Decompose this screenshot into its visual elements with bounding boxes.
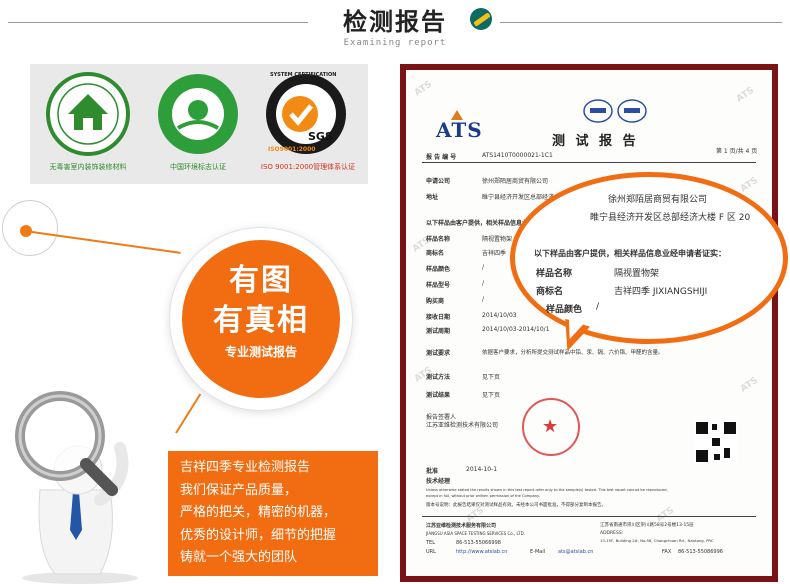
description-line-4: 优秀的设计师，细节的把握: [180, 527, 337, 543]
row-label: 购买商: [426, 298, 445, 305]
email-label: E-Mail: [530, 549, 546, 555]
header-line-right: [500, 22, 782, 23]
row-label: 地址: [426, 194, 439, 201]
row-label: 测试方法: [426, 374, 451, 381]
report-no: ATS1410T0000021-1C1: [482, 152, 553, 159]
fine-print-2: except in full, without prior written pe…: [426, 494, 540, 498]
approve-label: 批准: [426, 468, 439, 475]
tel-value: 86-513-55066998: [456, 540, 501, 546]
leaf-badge-icon: [470, 8, 492, 30]
certification-logos: 无毒害室内装饰装修材料 中国环境标志认证 SYSTEM CERTIFICATIO…: [30, 64, 368, 184]
row-label: 测试周期: [426, 328, 451, 335]
url-label: URL: [426, 549, 436, 555]
sgs-mark: SGS: [308, 130, 333, 143]
description-line-5: 铸就一个强大的团队: [180, 550, 298, 565]
sgs-iso-icon: [266, 74, 346, 154]
url-value[interactable]: http://www.atslab.cn: [456, 549, 507, 555]
address-cn: 江苏省南通市崇川区崇川路58号2号楼13-15层: [600, 523, 694, 528]
address-label: ADDRESS:: [600, 531, 624, 536]
fax-value: 86-513-55086996: [678, 549, 723, 555]
row-value: 2014/10/03: [482, 312, 517, 319]
email-value[interactable]: ats@atslab.cn: [558, 549, 593, 555]
ats-logo: ATS: [436, 118, 483, 142]
description-line-1: 吉祥四季专业检测报告: [180, 460, 311, 475]
row-value: /: [482, 296, 485, 303]
signer-org: 江苏亚维检测技术有限公司: [426, 422, 499, 429]
tel-label: TEL: [426, 540, 435, 546]
description-line-2: 我们保证产品质量，: [180, 482, 298, 498]
watermark: ATS: [738, 375, 761, 395]
row-label: 样品颜色: [426, 266, 451, 273]
house-seal-icon: [46, 72, 130, 156]
row-label: 测试要求: [426, 350, 451, 357]
page-info: 第 1 页/共 4 页: [716, 148, 758, 155]
bubble-color-value: /: [596, 302, 600, 312]
watermark: ATS: [738, 175, 761, 195]
bubble-name-label: 样品名称: [536, 269, 573, 279]
connector-line-top: [31, 231, 181, 254]
bubble-color-label: 样品颜色: [546, 305, 583, 315]
row-label: 接收日期: [426, 314, 451, 321]
page-subtitle: Examining report: [343, 38, 447, 48]
header-line-left: [8, 22, 308, 23]
description-line-3: 严格的把关，精密的机器，: [180, 505, 337, 520]
sgs-seal-text: SYSTEM CERTIFICATION: [270, 72, 337, 78]
highlight-line-2: 有真相: [213, 303, 309, 338]
accreditation-icons: [583, 99, 647, 123]
row-value: /: [482, 264, 485, 271]
remarks-label: 技术经理: [426, 478, 451, 485]
cert-caption-1: 无毒害室内装饰装修材料: [49, 163, 127, 171]
cert-caption-3: ISO 9001:2000管理体系认证: [260, 163, 356, 171]
highlight-line-3: 专业测试报告: [224, 345, 297, 359]
row-value: 见下页: [482, 374, 501, 381]
divider: [422, 516, 756, 517]
divider: [422, 162, 756, 163]
row-label: 申请公司: [426, 178, 451, 185]
bubble-company: 徐州郑陌居商贸有限公司: [608, 195, 708, 205]
qr-code: [694, 420, 738, 464]
watermark: ATS: [412, 79, 435, 99]
bubble-brand-label: 商标名: [536, 287, 564, 297]
bubble-note: 以下样品由客户提供，相关样品信息业经申请者证实：: [534, 249, 726, 258]
bubble-name-value: 隔视置物架: [614, 269, 660, 279]
report-no-label: 报 告 编 号: [426, 154, 457, 161]
fine-print-3: 版本号说明：此报告结果仅对测试样品有效。未经本公司书面批准，不得部分复制本报告。: [426, 503, 606, 508]
company-en: JIANGSU ASIA SPACE TESTING SERVICES Co.,…: [426, 531, 525, 536]
address-en: 13-15F, Building 2#, No.58, Chongchuan R…: [600, 538, 714, 543]
iso-mark: ISO9001:2000: [268, 146, 316, 153]
row-value: 2014/10/03-2014/10/1: [482, 326, 550, 333]
page-title: 检测报告: [343, 7, 447, 36]
description-box: 吉祥四季专业检测报告 我们保证产品质量， 严格的把关，精密的机器， 优秀的设计师…: [168, 451, 378, 576]
row-value: 隔视置物架: [482, 236, 513, 243]
connector-line-bottom: [175, 393, 202, 434]
cert-caption-2: 中国环境标志认证: [170, 163, 226, 171]
bubble-address: 睢宁县经济开发区总部经济大楼 F 区 20: [590, 213, 751, 223]
environmental-label-icon: [158, 74, 238, 154]
highlight-line-1: 有图: [229, 263, 293, 298]
report-title: 测 试 报 告: [552, 134, 639, 149]
row-label: 样品型号: [426, 282, 451, 289]
row-label: 样品名称: [426, 236, 451, 243]
fax-label: FAX: [662, 549, 672, 555]
row-label: 测试结果: [426, 392, 451, 399]
row-value: 徐州郑陌居商贸有限公司: [482, 178, 549, 185]
decor-dot: [20, 225, 32, 237]
row-label: 商标名: [426, 250, 445, 257]
seal-star-icon: ★: [542, 416, 559, 437]
row-value: 见下页: [482, 392, 501, 399]
magnifier-man-illustration: [15, 391, 138, 584]
bubble-brand-value: 吉祥四季 JIXIANGSHIJI: [614, 287, 708, 297]
row-value: 吉祥四季: [482, 250, 507, 257]
watermark: ATS: [734, 85, 757, 105]
row-value: /: [482, 280, 485, 287]
company-cn: 江苏亚维检测技术服务有限公司: [426, 523, 497, 529]
approve-date: 2014-10-1: [466, 466, 498, 473]
fine-print-1: Unless otherwise stated the results show…: [426, 488, 668, 492]
